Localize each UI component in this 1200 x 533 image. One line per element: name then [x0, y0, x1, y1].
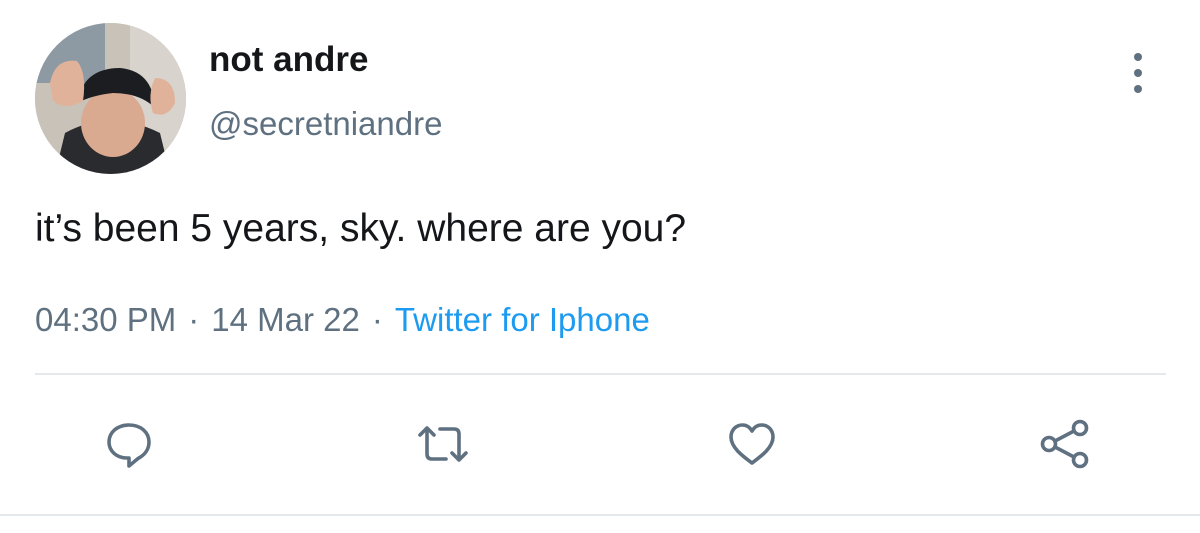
reply-bubble-icon	[107, 423, 151, 468]
retweet-button[interactable]	[413, 414, 473, 474]
more-options-button[interactable]	[1120, 48, 1156, 98]
divider	[0, 514, 1200, 516]
avatar[interactable]	[35, 23, 186, 174]
tweet-source-link[interactable]: Twitter for Iphone	[395, 298, 650, 342]
user-handle[interactable]: @secretniandre	[209, 102, 442, 146]
meta-separator: ·	[371, 301, 383, 338]
meta-separator: ·	[188, 301, 200, 338]
heart-icon	[729, 423, 775, 465]
tweet-date[interactable]: 14 Mar 22	[211, 298, 360, 342]
display-name[interactable]: not andre	[209, 38, 368, 82]
tweet-card: not andre @secretniandre it’s been 5 yea…	[0, 0, 1200, 533]
reply-button[interactable]	[99, 414, 159, 474]
avatar-photo	[35, 23, 186, 174]
tweet-time[interactable]: 04:30 PM	[35, 298, 176, 342]
divider	[35, 373, 1166, 375]
like-button[interactable]	[722, 414, 782, 474]
tweet-meta: 04:30 PM · 14 Mar 22 · Twitter for Iphon…	[35, 298, 650, 342]
retweet-icon	[418, 426, 468, 462]
tweet-text: it’s been 5 years, sky. where are you?	[35, 207, 687, 250]
more-vertical-icon	[1134, 53, 1142, 61]
share-icon	[1040, 419, 1089, 469]
share-button[interactable]	[1035, 414, 1095, 474]
